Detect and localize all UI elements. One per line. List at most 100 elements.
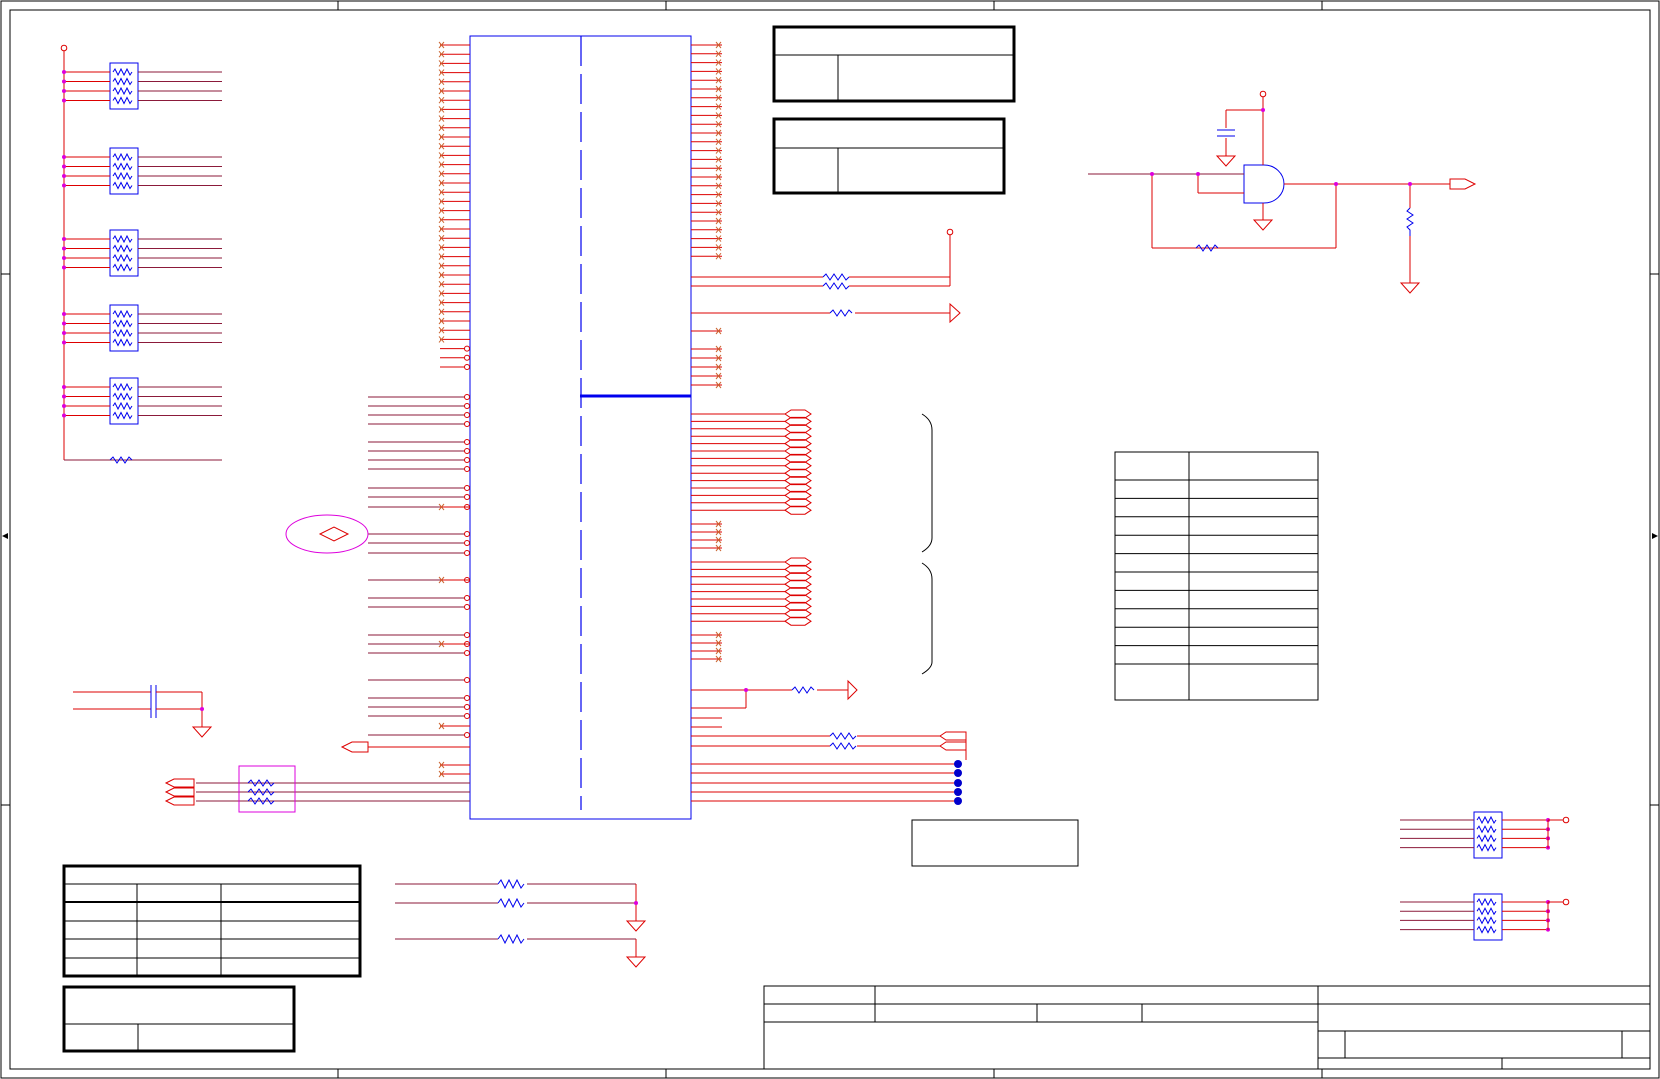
connector-pin — [691, 354, 722, 362]
connector-pin — [438, 253, 470, 260]
rpack-resistor — [1476, 925, 1497, 934]
pin-bubble — [464, 695, 470, 701]
connector-pin — [691, 381, 722, 389]
connector-pin — [438, 87, 470, 95]
and-gate-circuit — [1088, 90, 1477, 294]
connector-pin — [438, 198, 470, 205]
connector-pin — [368, 604, 470, 610]
power-pin — [1562, 898, 1570, 906]
connector-pin — [691, 94, 722, 102]
offpage-arrow — [784, 601, 812, 611]
junction-dot — [62, 331, 66, 335]
offpage-arrow — [784, 587, 812, 597]
bus-signal — [691, 490, 812, 500]
resistor-pack — [1400, 893, 1570, 941]
bus-signal — [691, 416, 812, 426]
bus-signal — [691, 601, 812, 611]
rpack-resistor — [1476, 815, 1497, 825]
connector-pin — [368, 448, 470, 454]
rpack-resistor — [112, 392, 133, 401]
offpage-arrow — [164, 787, 195, 797]
junction-dot — [62, 312, 66, 316]
connector-left-pins — [196, 41, 470, 802]
junction-dot — [62, 256, 66, 260]
offpage-arrow — [784, 557, 812, 567]
connector-pin — [368, 403, 470, 409]
resistor-pack — [62, 229, 222, 277]
rpack-resistor — [112, 152, 133, 162]
resistor-pack — [1400, 811, 1570, 859]
pin-bubble — [464, 466, 470, 472]
junction-dot — [62, 70, 66, 74]
connector-pin — [438, 96, 470, 104]
bus-signal — [691, 446, 812, 456]
connector-pin — [440, 345, 470, 352]
bus-dot — [954, 779, 962, 787]
series-resistor-net — [691, 731, 967, 741]
resistor-zigzag — [829, 742, 857, 750]
bottom-left-resistor-pack — [164, 765, 296, 813]
connector-pin — [440, 354, 470, 361]
series-resistor-net — [691, 741, 967, 751]
bus-signal — [691, 616, 812, 626]
connector-pin — [691, 363, 722, 371]
connector-pin — [691, 112, 722, 119]
right-side-nets — [691, 228, 967, 805]
pin-bubble — [464, 677, 470, 683]
bus-signal — [691, 572, 812, 582]
bus-junction — [691, 779, 962, 787]
offpage-arrow — [784, 468, 812, 478]
connector-pin — [438, 152, 470, 159]
offpage-arrow — [784, 446, 812, 456]
offpage-arrow — [784, 483, 812, 493]
rpack-resistor — [1476, 916, 1497, 925]
rpack-resistor — [1476, 907, 1497, 916]
offpage-arrow — [784, 461, 812, 471]
connector-pin — [691, 631, 722, 639]
connector-pin — [438, 290, 470, 297]
offpage-arrow — [784, 609, 812, 619]
rpack-resistor — [112, 263, 133, 272]
connector-pin — [438, 234, 470, 242]
pin-bubble — [464, 650, 470, 656]
connector-pin — [691, 639, 722, 647]
rpack-resistor — [112, 171, 133, 181]
note-box — [911, 819, 1079, 867]
connector-pin — [438, 280, 470, 288]
bus-signal — [691, 498, 812, 508]
pin-bubble — [464, 364, 470, 370]
bus-signal — [691, 453, 812, 463]
connector-pin — [438, 317, 470, 325]
connector-pin — [438, 41, 470, 49]
connector-pin — [438, 142, 470, 150]
connector-pin — [691, 68, 722, 75]
rpack-resistor — [112, 162, 133, 171]
rpack-resistor — [112, 401, 133, 411]
connector-pin — [438, 336, 470, 343]
rpack-resistor — [112, 382, 133, 392]
connector-pin — [438, 770, 470, 778]
connector-pin — [368, 704, 470, 710]
connector-pin — [438, 106, 470, 113]
pin-bubble — [464, 421, 470, 427]
junction-dot — [62, 79, 66, 84]
bus-dot — [954, 769, 962, 777]
rpack-resistor — [112, 86, 133, 96]
offpage-arrow — [164, 778, 195, 788]
connector-pin — [691, 520, 722, 528]
bus-signal — [691, 587, 812, 597]
junction-dot — [62, 246, 66, 251]
pin-bubble — [464, 345, 470, 352]
bus-signal — [691, 424, 812, 434]
pin-bubble — [464, 540, 470, 546]
rpack-resistor — [112, 234, 133, 244]
connector-pin — [368, 485, 470, 491]
junction-dot — [62, 413, 66, 418]
bottom-left-note-box — [62, 985, 296, 1053]
connector-pin — [691, 173, 722, 181]
junction-dot — [62, 385, 66, 389]
connector-pin — [438, 133, 470, 141]
resistor-pack — [62, 147, 222, 195]
offpage-arrow — [784, 505, 812, 515]
connector-pin — [691, 647, 722, 655]
